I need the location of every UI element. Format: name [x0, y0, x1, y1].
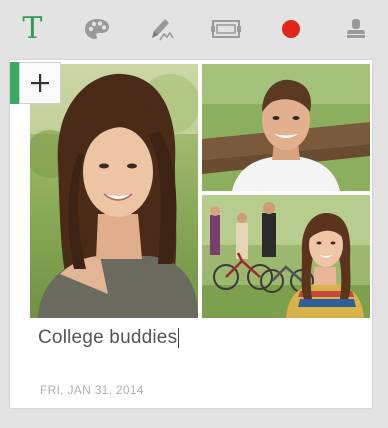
stamp-icon	[346, 19, 365, 38]
text-icon: T	[22, 11, 43, 46]
palette-icon	[85, 19, 109, 39]
photo-man[interactable]	[202, 64, 370, 191]
photo-man-icon	[202, 64, 370, 191]
tool-record[interactable]	[259, 0, 324, 58]
tool-pen[interactable]	[129, 0, 194, 58]
pen-icon	[151, 19, 174, 41]
tool-photo-frame[interactable]	[194, 0, 259, 58]
note-card[interactable]: College buddies FRI, JAN 31, 2014	[10, 60, 372, 408]
photo-frame-icon	[211, 20, 242, 38]
note-date: FRI, JAN 31, 2014	[40, 383, 144, 397]
tool-stamp[interactable]	[323, 0, 388, 58]
tool-text[interactable]: T	[0, 0, 65, 58]
photo-woman-bikes-icon	[202, 195, 370, 318]
record-icon	[282, 20, 301, 38]
add-button[interactable]	[19, 62, 61, 104]
caption-field[interactable]: College buddies	[38, 324, 358, 352]
text-cursor	[178, 328, 180, 348]
photo-collage[interactable]	[30, 64, 370, 318]
tool-palette[interactable]	[65, 0, 130, 58]
toolbar: T	[0, 0, 388, 58]
note-accent-strip	[10, 62, 19, 104]
note-caption[interactable]: College buddies	[38, 327, 177, 349]
photo-woman-bikes[interactable]	[202, 195, 370, 318]
plus-icon	[31, 74, 49, 92]
